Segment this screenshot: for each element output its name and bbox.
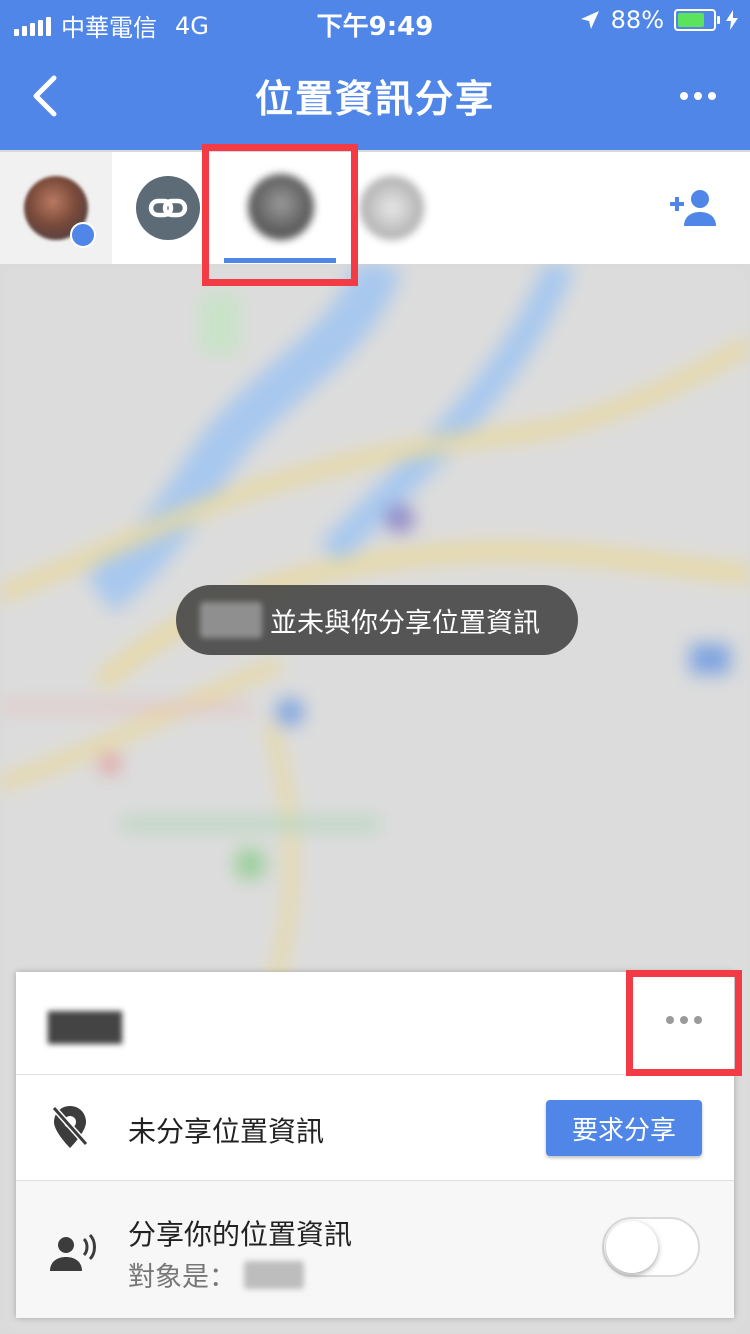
page-title: 位置資訊分享 xyxy=(254,77,495,121)
contact-tab-bar xyxy=(0,152,750,264)
toggle-knob xyxy=(606,1221,658,1273)
status-right: 88% xyxy=(579,6,738,34)
highlight-box-selected-contact xyxy=(202,144,358,286)
more-options-button[interactable] xyxy=(676,78,720,114)
share-location-toggle[interactable] xyxy=(602,1217,700,1277)
redacted-target-name xyxy=(244,1260,304,1289)
share-target: 對象是： xyxy=(128,1255,304,1294)
not-sharing-row: 未分享位置資訊 要求分享 xyxy=(16,1074,734,1181)
status-bar: 中華電信 4G 下午9:49 88% xyxy=(0,0,750,42)
location-arrow-icon xyxy=(580,11,599,29)
person-speaking-icon xyxy=(50,1233,96,1271)
tab-contact[interactable] xyxy=(360,176,424,240)
location-off-icon xyxy=(51,1106,89,1148)
share-location-label: 分享你的位置資訊 xyxy=(128,1218,353,1251)
not-sharing-toast: 並未與你分享位置資訊 xyxy=(176,585,578,655)
more-horizontal-icon xyxy=(680,92,716,100)
app-bar: 位置資訊分享 xyxy=(0,40,750,150)
tab-link[interactable] xyxy=(136,176,200,240)
share-location-row: 分享你的位置資訊 對象是： xyxy=(16,1181,734,1318)
highlight-box-sheet-more xyxy=(626,970,742,1076)
tab-self[interactable] xyxy=(0,152,112,264)
add-person-button[interactable] xyxy=(666,188,722,228)
person-add-icon xyxy=(670,190,716,226)
charging-icon xyxy=(726,10,738,30)
self-badge xyxy=(70,222,96,248)
battery-percent: 88% xyxy=(610,6,664,34)
request-share-button[interactable]: 要求分享 xyxy=(546,1100,702,1156)
share-target-prefix: 對象是： xyxy=(128,1262,236,1293)
redacted-name xyxy=(200,602,262,638)
not-sharing-label: 未分享位置資訊 xyxy=(128,1115,325,1148)
link-icon xyxy=(148,198,188,218)
contact-name-redacted: ▇▇▇ xyxy=(48,1006,122,1044)
battery-icon xyxy=(674,9,720,31)
toast-message: 並未與你分享位置資訊 xyxy=(270,607,540,639)
